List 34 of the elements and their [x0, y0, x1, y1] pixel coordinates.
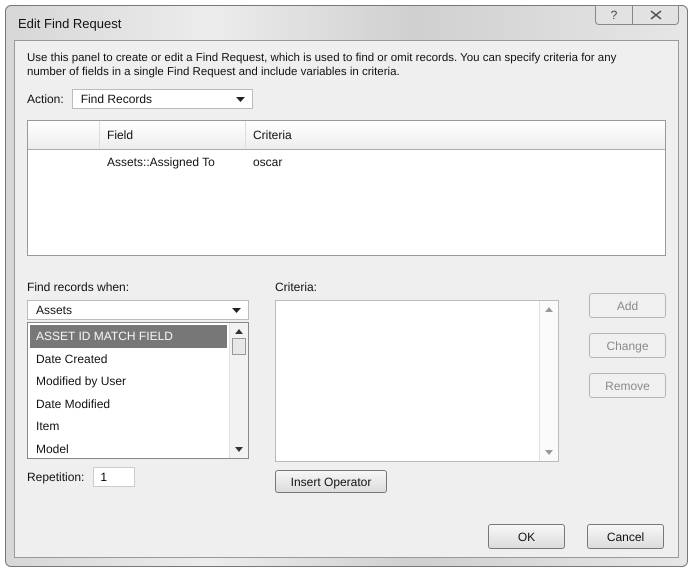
close-icon	[650, 10, 662, 20]
field-list-item[interactable]: Date Created	[30, 348, 227, 370]
field-list-item[interactable]: Modified by User	[30, 370, 227, 392]
insert-operator-button[interactable]: Insert Operator	[275, 470, 387, 493]
table-dropdown[interactable]: Assets	[27, 300, 249, 320]
column-header[interactable]: Field	[100, 121, 246, 149]
description-text: Use this panel to create or edit a Find Request, which is used to find or omit records. You can specify criteria for any number of fields in a single Find Request and include variables in criteria.	[27, 51, 618, 79]
window-title: Edit Find Request	[18, 16, 122, 30]
find-when-label: Find records when:	[27, 280, 130, 294]
scroll-thumb[interactable]	[232, 338, 246, 355]
table-cell: Assets::Assigned To	[107, 155, 215, 169]
repetition-field[interactable]: 1	[93, 467, 136, 487]
scroll-up-icon[interactable]	[235, 329, 243, 334]
scrollbar[interactable]	[229, 323, 248, 458]
close-button[interactable]	[633, 5, 679, 25]
dropdown-arrow-icon	[232, 308, 241, 312]
scroll-down-icon[interactable]	[235, 447, 243, 452]
action-dropdown[interactable]: Find Records	[72, 89, 253, 109]
table-cell: oscar	[253, 155, 282, 169]
criteria-label: Criteria:	[275, 280, 318, 294]
column-header[interactable]: Criteria	[246, 121, 665, 149]
field-list-item[interactable]: ASSET ID MATCH FIELD	[30, 325, 227, 348]
field-list-item[interactable]: Date Modified	[30, 392, 227, 415]
repetition-label: Repetition:	[27, 470, 84, 484]
scroll-up-icon	[545, 307, 553, 312]
action-label: Action:	[27, 92, 64, 106]
help-button[interactable]: ?	[595, 5, 633, 25]
field-list-item[interactable]: Item	[30, 415, 227, 438]
field-list-item[interactable]: Model	[30, 438, 227, 460]
dialog-button[interactable]: Cancel	[587, 524, 664, 549]
scroll-down-icon	[545, 450, 553, 455]
criteria-field[interactable]	[275, 300, 559, 462]
dialog-button[interactable]: OK	[488, 524, 565, 549]
dropdown-arrow-icon	[236, 96, 245, 102]
